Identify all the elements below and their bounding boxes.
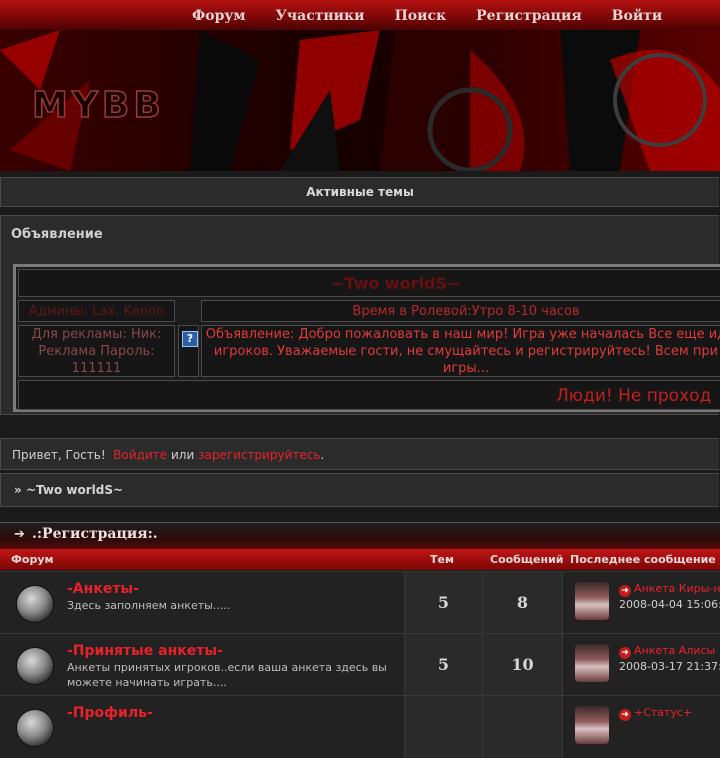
- last-post-date: 2008-04-04 15:06:: [619, 598, 720, 611]
- advert-line-3: 111111: [71, 361, 122, 376]
- post-count: 10: [482, 634, 562, 696]
- forum-name-link[interactable]: -Профиль-: [67, 705, 153, 721]
- post-count: [482, 696, 562, 758]
- forum-description: Здесь заполняем анкеты.....: [67, 599, 231, 612]
- last-post-cell: ➜ +Статус+: [562, 696, 720, 758]
- category-title[interactable]: .:Регистрация:.: [32, 526, 158, 542]
- top-navigation: Форум Участники Поиск Регистрация Войти: [0, 0, 720, 32]
- col-posts: Сообщений: [490, 553, 564, 566]
- nav-members[interactable]: Участники: [276, 0, 365, 30]
- nav-register[interactable]: Регистрация: [476, 0, 582, 30]
- topic-count: 5: [404, 634, 482, 696]
- last-post-cell: ➜ Анкета Киры-н 2008-04-04 15:06:: [562, 572, 720, 634]
- last-post-date: 2008-03-17 21:37:: [619, 660, 720, 673]
- col-topics: Тем: [430, 553, 454, 566]
- register-link[interactable]: зарегистрируйтесь: [198, 448, 320, 462]
- last-post-cell: ➜ Анкета Алисы 2008-03-17 21:37:: [562, 634, 720, 696]
- goto-post-icon[interactable]: ➜: [619, 647, 631, 659]
- forum-name-link[interactable]: -Принятые анкеты-: [67, 643, 223, 659]
- last-post-title-text: Анкета Киры-н: [634, 582, 720, 595]
- welcome-line-2: игроков. Уважаемые гости, не смущайтесь …: [213, 344, 719, 359]
- forum-status-icon: [16, 585, 54, 623]
- table-row: -Профиль- ➜ +Статус+: [0, 695, 720, 758]
- nav-search[interactable]: Поиск: [395, 0, 447, 30]
- last-post-title[interactable]: ➜ Анкета Алисы: [619, 644, 715, 659]
- guest-welcome: Привет, Гость! Войдите или зарегистрируй…: [0, 438, 719, 470]
- breadcrumb-separator: »: [14, 483, 22, 497]
- help-icon-cell: ?: [178, 325, 199, 377]
- forum-table-header: Форум Тем Сообщений Последнее сообщение: [0, 549, 720, 570]
- topic-count: 5: [404, 572, 482, 634]
- advert-line-2: Реклама Пароль:: [38, 344, 155, 359]
- col-last-post: Последнее сообщение: [570, 553, 716, 566]
- announcement-panel: Объявление ~Two worldS~ Админы: Lax, Kan…: [0, 215, 720, 415]
- last-post-title[interactable]: ➜ +Статус+: [619, 706, 692, 721]
- welcome-line-3: игры...: [442, 361, 490, 376]
- table-row: -Принятые анкеты- Анкеты принятых игроко…: [0, 633, 720, 696]
- welcome-line-1: Объявление: Добро пожаловать в наш мир! …: [205, 327, 720, 342]
- breadcrumb: » ~Two worldS~: [0, 473, 719, 507]
- nav-links: Форум Участники Поиск Регистрация Войти: [192, 0, 662, 30]
- announcement-table: ~Two worldS~ Админы: Lax, Kanon Время в …: [13, 264, 720, 412]
- avatar[interactable]: [575, 582, 609, 620]
- game-time-text: Время в Ролевой:Утро 8-10 часов: [201, 300, 720, 322]
- forum-name-link[interactable]: -Анкеты-: [67, 581, 139, 597]
- avatar[interactable]: [575, 644, 609, 682]
- announcement-heading: Объявление: [11, 227, 103, 242]
- welcome-message: Объявление: Добро пожаловать в наш мир! …: [201, 325, 720, 377]
- last-post-title[interactable]: ➜ Анкета Киры-н: [619, 582, 720, 597]
- scrolling-marquee: Люди! Не проход: [18, 380, 720, 410]
- login-link[interactable]: Войдите: [113, 448, 167, 462]
- last-post-title-text: +Статус+: [634, 706, 693, 719]
- topic-count: [404, 696, 482, 758]
- category-header[interactable]: ➔ .:Регистрация:.: [0, 522, 720, 550]
- table-row: -Анкеты- Здесь заполняем анкеты..... 5 8…: [0, 571, 720, 634]
- forum-status-icon: [16, 647, 54, 685]
- forum-status-icon: [16, 709, 54, 747]
- avatar[interactable]: [575, 706, 609, 744]
- post-count: 8: [482, 572, 562, 634]
- last-post-title-text: Анкета Алисы: [634, 644, 716, 657]
- rpg-title: ~Two worldS~: [18, 269, 720, 297]
- goto-post-icon[interactable]: ➜: [619, 585, 631, 597]
- help-icon[interactable]: ?: [182, 331, 198, 347]
- advert-credentials: Для рекламы: Ник: Реклама Пароль: 111111: [18, 325, 175, 377]
- forum-description: Анкеты принятых игроков..если ваша анкет…: [67, 661, 387, 689]
- banner-art: MYBB: [0, 30, 720, 171]
- active-topics-label: Активные темы: [306, 185, 414, 199]
- nav-forum[interactable]: Форум: [192, 0, 246, 30]
- arrow-icon: ➔: [14, 527, 25, 542]
- advert-line-1: Для рекламы: Ник:: [31, 327, 162, 342]
- active-topics-link[interactable]: Активные темы: [0, 177, 719, 207]
- col-forum: Форум: [11, 553, 54, 566]
- goto-post-icon[interactable]: ➜: [619, 709, 631, 721]
- admins-text: Админы: Lax, Kanon: [18, 300, 175, 322]
- banner-logo-text: MYBB: [32, 85, 165, 126]
- guest-greeting: Привет, Гость!: [12, 448, 106, 462]
- nav-login[interactable]: Войти: [612, 0, 663, 30]
- header-banner: MYBB: [0, 30, 720, 171]
- breadcrumb-home[interactable]: ~Two worldS~: [26, 483, 123, 497]
- period-text: .: [320, 448, 325, 462]
- or-text: или: [170, 448, 195, 462]
